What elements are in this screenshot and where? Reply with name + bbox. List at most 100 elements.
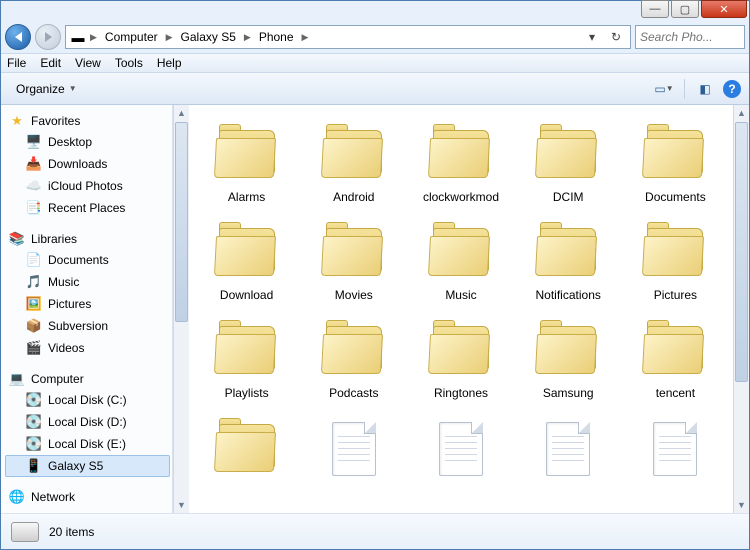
libraries-label: Libraries — [31, 232, 77, 246]
breadcrumb-computer[interactable]: Computer — [101, 30, 162, 44]
favorites-item-icon: 🖥️ — [26, 134, 42, 150]
computer-header[interactable]: 💻 Computer — [5, 369, 170, 389]
folder-item-download[interactable]: Download — [197, 215, 296, 309]
sidebar-item-label: Recent Places — [48, 201, 125, 215]
sidebar-item-local-disk-d-[interactable]: 💽Local Disk (D:) — [5, 411, 170, 433]
item-label: Documents — [645, 190, 706, 204]
sidebar-item-local-disk-e-[interactable]: 💽Local Disk (E:) — [5, 433, 170, 455]
sidebar-item-label: Music — [48, 275, 79, 289]
minimize-button[interactable]: — — [641, 0, 669, 18]
scroll-thumb[interactable] — [175, 122, 188, 322]
folder-item-playlists[interactable]: Playlists — [197, 313, 296, 407]
sidebar-item-documents[interactable]: 📄Documents — [5, 249, 170, 271]
item-label: Pictures — [654, 288, 697, 302]
sidebar-item-downloads[interactable]: 📥Downloads — [5, 153, 170, 175]
folder-item-dcim[interactable]: DCIM — [519, 117, 618, 211]
star-icon: ★ — [9, 113, 25, 129]
back-button[interactable] — [5, 24, 31, 50]
favorites-header[interactable]: ★ Favorites — [5, 111, 170, 131]
breadcrumb-sep[interactable]: ▶ — [164, 32, 175, 43]
libraries-item-icon: 📦 — [26, 318, 42, 334]
breadcrumb-phone[interactable]: Phone — [255, 30, 298, 44]
folder-item-documents[interactable]: Documents — [626, 117, 725, 211]
folder-icon — [211, 418, 283, 480]
navigation-pane: ★ Favorites 🖥️Desktop📥Downloads☁️iCloud … — [1, 105, 173, 513]
item-count: 20 items — [49, 525, 94, 539]
file-icon — [540, 418, 596, 480]
body: ★ Favorites 🖥️Desktop📥Downloads☁️iCloud … — [1, 105, 749, 513]
maximize-button[interactable]: ▢ — [671, 0, 699, 18]
sidebar-item-icloud-photos[interactable]: ☁️iCloud Photos — [5, 175, 170, 197]
libraries-header[interactable]: 📚 Libraries — [5, 229, 170, 249]
folder-item-movies[interactable]: Movies — [304, 215, 403, 309]
folder-item-samsung[interactable]: Samsung — [519, 313, 618, 407]
chevron-down-icon: ▼ — [69, 84, 77, 93]
sidebar-item-local-disk-c-[interactable]: 💽Local Disk (C:) — [5, 389, 170, 411]
menu-file[interactable]: File — [7, 56, 26, 70]
file-item[interactable] — [304, 411, 403, 491]
folder-item-android[interactable]: Android — [304, 117, 403, 211]
network-icon: 🌐 — [9, 489, 25, 505]
folder-item-music[interactable]: Music — [411, 215, 510, 309]
scroll-down-button[interactable]: ▼ — [734, 497, 749, 513]
folder-item-ringtones[interactable]: Ringtones — [411, 313, 510, 407]
sidebar-item-desktop[interactable]: 🖥️Desktop — [5, 131, 170, 153]
scroll-down-button[interactable]: ▼ — [174, 497, 189, 513]
preview-pane-button[interactable]: ◧ — [693, 78, 717, 100]
menu-tools[interactable]: Tools — [115, 56, 143, 70]
forward-button[interactable] — [35, 24, 61, 50]
sidebar-item-pictures[interactable]: 🖼️ Pictures — [5, 293, 170, 315]
folder-item-clockworkmod[interactable]: clockworkmod — [411, 117, 510, 211]
toolbar: Organize ▼ ▭ ▼ ◧ ? — [1, 73, 749, 105]
folder-item-podcasts[interactable]: Podcasts — [304, 313, 403, 407]
help-button[interactable]: ? — [723, 80, 741, 98]
item-label: Alarms — [228, 190, 265, 204]
breadcrumb-galaxy-s5[interactable]: Galaxy S5 — [177, 30, 240, 44]
sidebar-item-recent-places[interactable]: 📑 Recent Places — [5, 197, 170, 219]
sidebar-scrollbar[interactable]: ▲ ▼ — [173, 105, 189, 513]
content-pane: Alarms Android clockworkmod DCIM Documents Do… — [189, 105, 733, 513]
breadcrumb-sep[interactable]: ▶ — [88, 32, 99, 43]
item-label: clockworkmod — [423, 190, 499, 204]
close-button[interactable]: ✕ — [701, 0, 747, 18]
view-options-button[interactable]: ▭ ▼ — [652, 78, 676, 100]
search-input[interactable] — [640, 30, 740, 44]
sidebar-item-videos[interactable]: 🎬Videos — [5, 337, 170, 359]
search-box[interactable] — [635, 25, 745, 49]
refresh-button[interactable]: ↻ — [606, 27, 626, 47]
sidebar-item-galaxy-s5[interactable]: 📱Galaxy S5 — [5, 455, 170, 477]
folder-item-alarms[interactable]: Alarms — [197, 117, 296, 211]
folder-item-pictures[interactable]: Pictures — [626, 215, 725, 309]
sidebar-item-label: Pictures — [48, 297, 91, 311]
sidebar-item-music[interactable]: 🎵Music — [5, 271, 170, 293]
folder-icon — [425, 320, 497, 382]
menu-help[interactable]: Help — [157, 56, 182, 70]
sidebar-item-label: Local Disk (E:) — [48, 437, 126, 451]
window-controls: — ▢ ✕ — [641, 0, 747, 18]
item-label: Music — [445, 288, 476, 302]
libraries-item-icon: 🖼️ — [26, 296, 42, 312]
breadcrumb-sep[interactable]: ▶ — [242, 32, 253, 43]
favorites-item-icon: 📑 — [26, 200, 42, 216]
scroll-up-button[interactable]: ▲ — [174, 105, 189, 121]
device-status-icon — [11, 522, 39, 542]
menu-view[interactable]: View — [75, 56, 101, 70]
scroll-thumb[interactable] — [735, 122, 748, 382]
network-header[interactable]: 🌐 Network — [5, 487, 170, 507]
folder-item-notifications[interactable]: Notifications — [519, 215, 618, 309]
file-item[interactable] — [411, 411, 510, 491]
content-scrollbar[interactable]: ▲ ▼ — [733, 105, 749, 513]
breadcrumb-sep[interactable]: ▶ — [300, 32, 311, 43]
address-bar[interactable]: ▬ ▶ Computer ▶ Galaxy S5 ▶ Phone ▶ ▾ ↻ — [65, 25, 631, 49]
folder-icon — [318, 124, 390, 186]
libraries-item-icon: 📄 — [26, 252, 42, 268]
folder-item-tencent[interactable]: tencent — [626, 313, 725, 407]
file-item[interactable] — [626, 411, 725, 491]
menu-edit[interactable]: Edit — [40, 56, 61, 70]
folder-item[interactable] — [197, 411, 296, 491]
file-item[interactable] — [519, 411, 618, 491]
address-dropdown-button[interactable]: ▾ — [582, 27, 602, 47]
scroll-up-button[interactable]: ▲ — [734, 105, 749, 121]
organize-button[interactable]: Organize ▼ — [9, 78, 84, 100]
sidebar-item-subversion[interactable]: 📦Subversion — [5, 315, 170, 337]
